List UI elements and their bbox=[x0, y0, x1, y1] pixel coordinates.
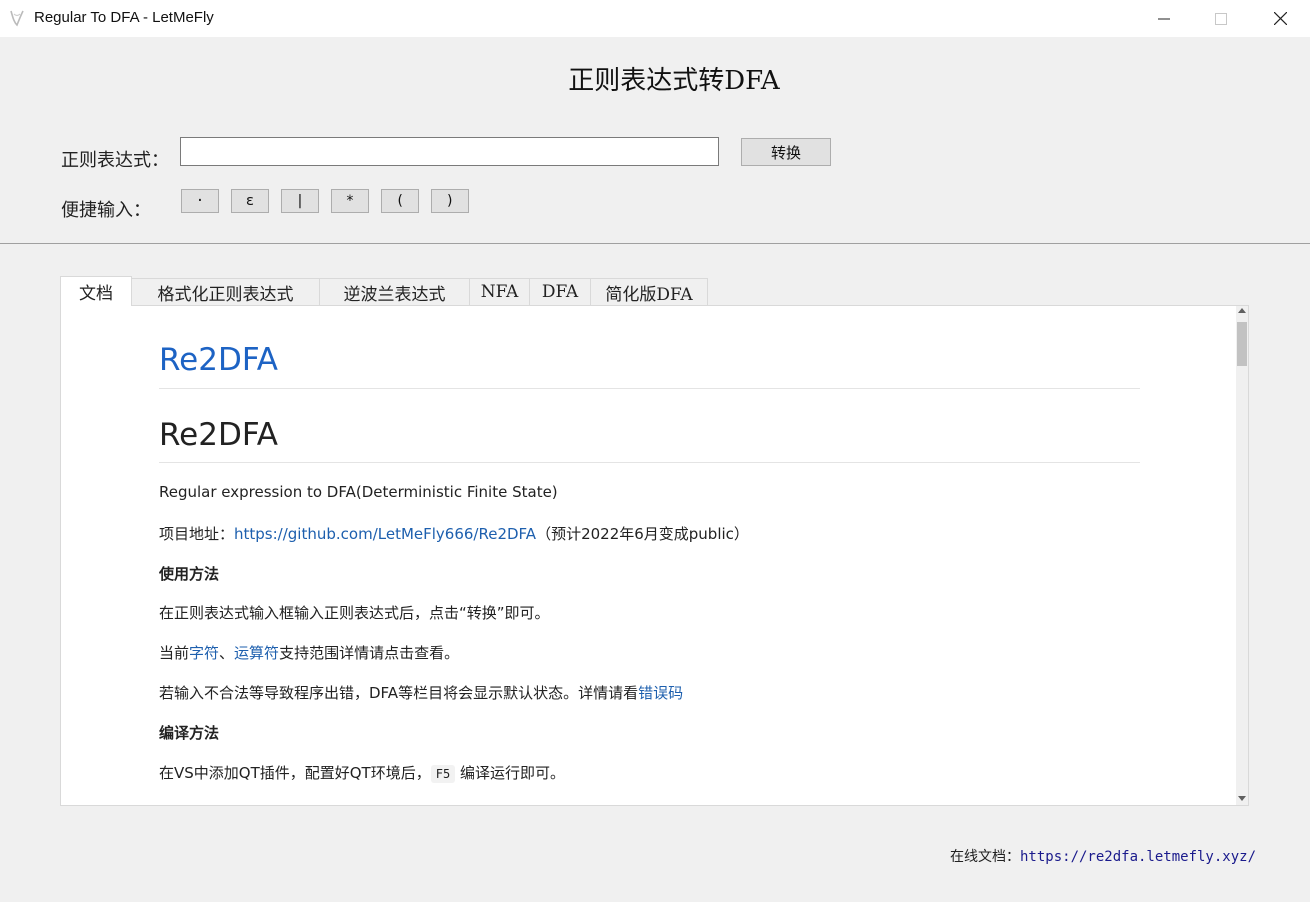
error-line: 若输入不合法等导致程序出错，DFA等栏目将会显示默认状态。详情请看错误码 bbox=[159, 682, 683, 703]
compile-suffix: 编译运行即可。 bbox=[455, 764, 565, 782]
header-divider bbox=[0, 243, 1310, 244]
footer-online-docs: 在线文档：https://re2dfa.letmefly.xyz/ bbox=[950, 846, 1256, 866]
maximize-icon bbox=[1215, 12, 1227, 25]
vertical-scrollbar[interactable] bbox=[1236, 306, 1248, 805]
heading-rule bbox=[159, 388, 1140, 389]
quick-button-lparen[interactable]: ( bbox=[381, 189, 419, 213]
support-separator: 、 bbox=[219, 644, 235, 662]
tab-dfa[interactable]: DFA bbox=[529, 278, 591, 305]
window-title: Regular To DFA - LetMeFly bbox=[34, 9, 214, 26]
footer-link[interactable]: https://re2dfa.letmefly.xyz/ bbox=[1020, 849, 1256, 865]
heading-rule bbox=[159, 462, 1140, 463]
scroll-down-arrow-icon[interactable] bbox=[1238, 796, 1246, 801]
quick-button-dot[interactable]: · bbox=[181, 189, 219, 213]
doc-heading-link[interactable]: Re2DFA bbox=[159, 342, 278, 378]
maximize-button[interactable] bbox=[1192, 0, 1250, 37]
support-prefix: 当前 bbox=[159, 644, 190, 662]
doc-intro: Regular expression to DFA(Deterministic … bbox=[159, 483, 558, 501]
scroll-thumb[interactable] bbox=[1237, 322, 1247, 366]
tab-formatted-regex[interactable]: 格式化正则表达式 bbox=[131, 278, 320, 305]
title-bar: Regular To DFA - LetMeFly bbox=[0, 0, 1310, 37]
doc-heading: Re2DFA bbox=[159, 417, 279, 453]
compile-prefix: 在VS中添加QT插件，配置好QT环境后， bbox=[159, 764, 431, 782]
f5-key: F5 bbox=[430, 765, 456, 783]
usage-heading: 使用方法 bbox=[159, 565, 220, 583]
quick-button-rparen[interactable]: ) bbox=[431, 189, 469, 213]
quick-button-star[interactable]: * bbox=[331, 189, 369, 213]
error-code-link[interactable]: 错误码 bbox=[638, 684, 683, 702]
operators-link[interactable]: 运算符 bbox=[234, 644, 279, 662]
tab-reverse-polish[interactable]: 逆波兰表达式 bbox=[319, 278, 470, 305]
project-note: （预计2022年6月变成public） bbox=[536, 525, 749, 543]
tab-docs[interactable]: 文档 bbox=[60, 276, 132, 306]
project-label: 项目地址： bbox=[159, 525, 235, 543]
tab-simplified-dfa[interactable]: 简化版DFA bbox=[590, 278, 708, 305]
minimize-button[interactable] bbox=[1135, 0, 1193, 37]
page-title: 正则表达式转DFA bbox=[568, 66, 780, 96]
quick-button-or[interactable]: | bbox=[281, 189, 319, 213]
doc-panel[interactable]: Re2DFA Re2DFA Regular expression to DFA(… bbox=[60, 305, 1249, 806]
project-line: 项目地址：https://github.com/LetMeFly666/Re2D… bbox=[159, 523, 749, 544]
support-line: 当前字符、运算符支持范围详情请点击查看。 bbox=[159, 642, 459, 663]
quick-input-label: 便捷输入： bbox=[61, 200, 151, 221]
close-button[interactable] bbox=[1251, 0, 1309, 37]
project-link[interactable]: https://github.com/LetMeFly666/Re2DFA bbox=[234, 525, 536, 543]
scroll-up-arrow-icon[interactable] bbox=[1238, 308, 1246, 313]
close-icon bbox=[1273, 12, 1287, 25]
compile-line: 在VS中添加QT插件，配置好QT环境后， F5 编译运行即可。 bbox=[159, 762, 565, 783]
error-text: 若输入不合法等导致程序出错，DFA等栏目将会显示默认状态。详情请看 bbox=[159, 684, 639, 702]
chars-link[interactable]: 字符 bbox=[189, 644, 219, 662]
convert-button[interactable]: 转换 bbox=[741, 138, 831, 166]
footer-label: 在线文档： bbox=[950, 849, 1020, 865]
regex-label: 正则表达式： bbox=[61, 150, 169, 171]
quick-button-epsilon[interactable]: ε bbox=[231, 189, 269, 213]
compile-heading: 编译方法 bbox=[159, 724, 220, 742]
tab-nfa[interactable]: NFA bbox=[469, 278, 530, 305]
regex-input[interactable] bbox=[180, 137, 719, 166]
letmefly-logo-icon bbox=[10, 10, 24, 27]
usage-text: 在正则表达式输入框输入正则表达式后，点击“转换”即可。 bbox=[159, 604, 550, 622]
minimize-icon bbox=[1158, 18, 1170, 19]
support-suffix: 支持范围详情请点击查看。 bbox=[279, 644, 460, 662]
